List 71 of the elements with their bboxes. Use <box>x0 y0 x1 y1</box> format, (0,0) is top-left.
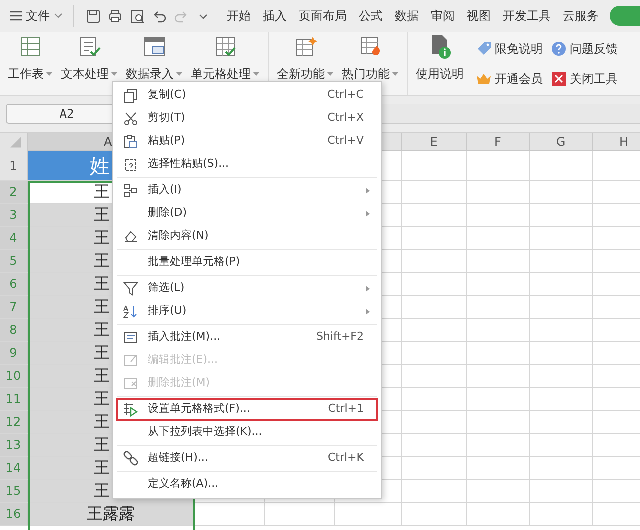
format-cells-icon <box>123 402 139 418</box>
shortcut-text: Ctrl+X <box>328 110 364 126</box>
ribbon-tab[interactable]: 云服务 <box>558 4 604 28</box>
chevron-down-icon <box>54 13 63 19</box>
caret-icon <box>46 72 53 76</box>
ribbon-button[interactable]: 文本处理 <box>59 35 120 83</box>
link-icon <box>123 450 139 466</box>
table-icon <box>214 35 238 59</box>
shortcut-text: Shift+F2 <box>316 329 364 346</box>
submenu-arrow-icon <box>366 308 370 314</box>
caret-icon <box>392 72 399 76</box>
ribbon-tab[interactable]: 开始 <box>222 4 256 28</box>
copy-icon <box>123 88 139 104</box>
shortcut-text: Ctrl+K <box>328 450 364 466</box>
ribbon-tab[interactable]: 视图 <box>462 4 496 28</box>
insert-icon <box>123 182 139 198</box>
file-menu[interactable]: 文件 <box>8 7 65 25</box>
caret-icon <box>253 72 260 76</box>
close-icon <box>551 70 567 86</box>
comment-edit-icon <box>123 352 139 368</box>
caret-icon <box>327 72 334 76</box>
app-badge[interactable] <box>610 6 640 26</box>
help-icon <box>551 40 567 56</box>
undo-icon <box>152 8 166 24</box>
row-header[interactable]: 1 <box>0 151 28 180</box>
column-header[interactable]: H <box>593 133 640 150</box>
ribbon-tab[interactable]: 公式 <box>354 4 388 28</box>
print-preview-icon <box>130 8 144 24</box>
submenu-arrow-icon <box>366 188 370 194</box>
tag-icon <box>476 40 492 56</box>
sort-icon <box>123 304 139 320</box>
submenu-arrow-icon <box>366 210 370 216</box>
shortcut-text: Ctrl+1 <box>328 401 364 418</box>
table-icon <box>18 35 42 59</box>
ribbon-link[interactable]: 关闭工具 <box>551 70 618 88</box>
ribbon-tab[interactable]: 审阅 <box>426 4 460 28</box>
menu-icon <box>10 11 22 21</box>
eraser-icon <box>123 228 139 244</box>
ribbon-link[interactable]: 问题反馈 <box>551 40 618 58</box>
ribbon-tab[interactable]: 插入 <box>258 4 292 28</box>
table-cell: 王露露 <box>28 503 195 525</box>
table-icon <box>142 35 166 59</box>
filter-icon <box>123 280 139 296</box>
caret-icon <box>111 72 118 76</box>
submenu-arrow-icon <box>366 286 370 292</box>
shortcut-text: Ctrl+V <box>328 133 364 150</box>
clipboard-icon <box>123 134 139 150</box>
menu-item[interactable]: 复制(C) Ctrl+C <box>116 84 378 107</box>
table-icon <box>294 35 318 59</box>
ribbon-tab[interactable]: 数据 <box>390 4 424 28</box>
column-header[interactable]: E <box>402 133 467 150</box>
column-header[interactable]: F <box>467 133 530 150</box>
column-header[interactable]: G <box>530 133 593 150</box>
ribbon-button[interactable]: 工作表 <box>6 35 55 83</box>
help-button[interactable]: 使用说明 <box>408 32 472 95</box>
menu-item[interactable]: 批量处理单元格(P) <box>116 251 378 274</box>
save-icon <box>86 8 100 24</box>
ribbon-tab[interactable]: 页面布局 <box>294 4 352 28</box>
ribbon-tab[interactable]: 开发工具 <box>498 4 556 28</box>
print-icon <box>108 8 122 24</box>
comment-delete-icon <box>123 376 139 392</box>
scissors-icon <box>123 110 139 126</box>
menu-item[interactable]: 超链接(H)... Ctrl+K <box>116 447 378 470</box>
ribbon-link[interactable]: 限免说明 <box>476 40 543 58</box>
ribbon-link[interactable]: 开通会员 <box>476 70 543 88</box>
shortcut-text: Ctrl+C <box>328 87 364 104</box>
caret-icon <box>176 72 183 76</box>
clipboard-question-icon <box>123 156 139 172</box>
redo-icon <box>174 8 188 24</box>
comment-icon <box>123 330 139 346</box>
table-icon <box>78 35 102 59</box>
